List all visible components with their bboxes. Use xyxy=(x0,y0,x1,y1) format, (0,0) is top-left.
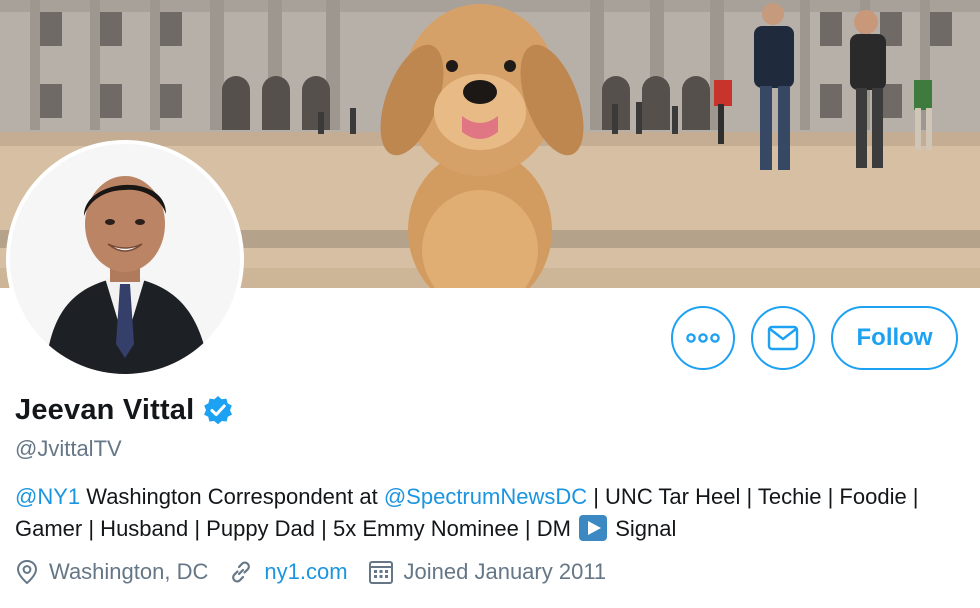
avatar-illustration xyxy=(10,144,240,374)
website-item: ny1.com xyxy=(228,559,348,585)
joined-item: Joined January 2011 xyxy=(368,559,607,585)
profile-name: Jeevan Vittal xyxy=(15,394,195,426)
joined-text: Joined January 2011 xyxy=(403,559,607,584)
more-dots-icon xyxy=(686,333,720,343)
profile-handle: @JvittalTV xyxy=(15,436,122,461)
envelope-icon xyxy=(767,325,799,351)
profile-name-row: Jeevan Vittal xyxy=(15,394,234,427)
play-button-emoji-icon xyxy=(579,515,608,541)
verified-badge-icon xyxy=(204,395,233,424)
bio-text: Washington Correspondent at xyxy=(80,484,384,509)
profile-meta-row: Washington, DC ny1.com Joined January 20… xyxy=(15,559,626,585)
calendar-icon xyxy=(368,561,393,584)
location-item: Washington, DC xyxy=(15,559,208,585)
bio-text: Signal xyxy=(609,516,677,541)
avatar-photo xyxy=(10,144,240,374)
bio-mention-spectrumnewsdc[interactable]: @SpectrumNewsDC xyxy=(384,484,587,509)
website-link[interactable]: ny1.com xyxy=(264,559,347,585)
follow-button[interactable]: Follow xyxy=(831,306,958,370)
profile-bio: @NY1 Washington Correspondent at @Spectr… xyxy=(15,481,965,545)
more-options-button[interactable] xyxy=(671,306,735,370)
location-text: Washington, DC xyxy=(49,559,209,584)
profile-avatar[interactable] xyxy=(6,140,244,378)
link-icon xyxy=(232,561,251,583)
location-pin-icon xyxy=(16,559,38,585)
message-button[interactable] xyxy=(751,306,815,370)
bio-mention-ny1[interactable]: @NY1 xyxy=(15,484,80,509)
